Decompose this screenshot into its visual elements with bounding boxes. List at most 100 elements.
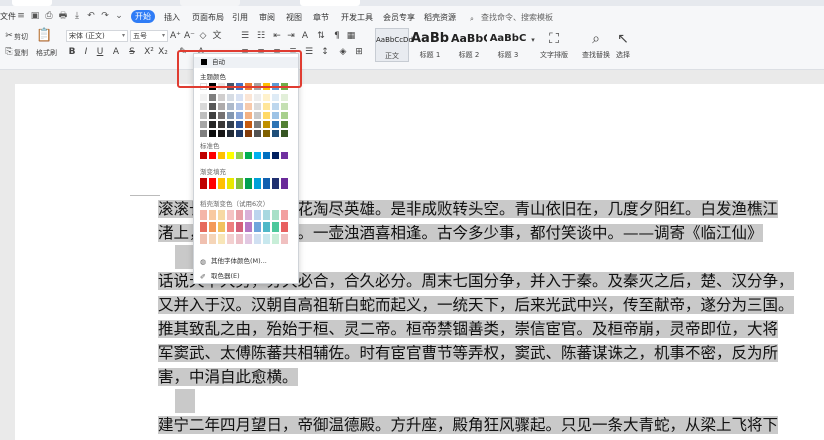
print-preview-icon[interactable]: ⎙ [44,11,54,21]
theme-color-swatch[interactable] [227,130,234,137]
standard-color-swatch[interactable] [236,152,243,159]
theme-color-swatch[interactable] [245,112,252,119]
standard-color-swatch[interactable] [254,152,261,159]
theme-color-swatch[interactable] [245,121,252,128]
theme-color-swatch[interactable] [245,94,252,101]
gradient-color-swatch[interactable] [236,178,243,189]
theme-color-swatch[interactable] [236,112,243,119]
theme-color-swatch[interactable] [209,130,216,137]
docer-gradient-swatch[interactable] [281,222,288,232]
scissors-icon[interactable]: ✂ [4,30,14,42]
menu-icon[interactable]: ≡ [16,11,26,21]
shrink-font-icon[interactable]: A⁻ [184,30,195,42]
document-line[interactable]: 推其致乱之由，殆始于桓、灵二帝。桓帝禁锢善类，崇信宦官。及桓帝崩，灵帝即位，大将 [158,317,824,341]
document-line[interactable]: 军窦武、太傅陈蕃共相辅佐。时有宦官曹节等弄权，窦武、陈蕃谋诛之，机事不密，反为所 [158,341,824,365]
theme-color-swatch[interactable] [245,103,252,110]
select-button[interactable]: ↖ 选择 [608,28,638,66]
text-layout-button[interactable]: ⛶ 文字排版 [532,28,576,66]
shading-icon[interactable]: ◈ [338,46,348,58]
eyedropper-option[interactable]: ✐ 取色器(E) [200,270,240,281]
copy-icon[interactable]: ⎘ [4,46,14,58]
theme-color-swatch[interactable] [254,103,261,110]
docer-gradient-swatch[interactable] [227,210,234,220]
docer-gradient-swatch[interactable] [254,210,261,220]
gradient-color-swatch[interactable] [209,178,216,189]
distributed-icon[interactable]: ☰ [304,46,314,58]
chinese-layout-icon[interactable]: A [300,30,310,42]
theme-color-swatch[interactable] [218,112,225,119]
docer-gradient-swatch[interactable] [236,222,243,232]
document-line[interactable]: 害，中涓自此愈横。 [158,365,824,389]
style-heading-3[interactable]: AaBbC 标题 3 [489,28,527,62]
line-spacing-icon[interactable]: ↕ [320,46,330,58]
theme-color-swatch[interactable] [254,121,261,128]
table-borders-icon[interactable]: ⊞ [354,46,364,58]
theme-color-swatch[interactable] [236,121,243,128]
theme-color-swatch[interactable] [227,112,234,119]
superscript-icon[interactable]: X² [144,46,154,58]
theme-color-swatch[interactable] [272,121,279,128]
theme-color-swatch[interactable] [218,94,225,101]
gradient-color-swatch[interactable] [218,178,225,189]
theme-color-swatch[interactable] [254,130,261,137]
export-icon[interactable]: ⤓ [72,11,82,21]
paste-icon[interactable]: 📋 [36,29,52,42]
theme-color-swatch[interactable] [263,130,270,137]
theme-color-swatch[interactable] [209,112,216,119]
document-line[interactable] [158,389,824,413]
docer-gradient-swatch[interactable] [254,222,261,232]
docer-gradient-swatch[interactable] [218,210,225,220]
docer-gradient-swatch[interactable] [218,222,225,232]
tab-chapter[interactable]: 章节 [313,12,329,23]
docer-gradient-swatch[interactable] [227,234,234,244]
docer-gradient-swatch[interactable] [245,234,252,244]
theme-color-swatch[interactable] [236,94,243,101]
docer-gradient-swatch[interactable] [227,222,234,232]
tab-docer[interactable]: 稻壳资源 [424,12,456,23]
gradient-color-swatch[interactable] [200,178,207,189]
docer-gradient-swatch[interactable] [209,234,216,244]
theme-color-swatch[interactable] [209,94,216,101]
standard-color-swatch[interactable] [218,152,225,159]
docer-gradient-swatch[interactable] [263,222,270,232]
sort-icon[interactable]: ⇅ [316,30,326,42]
standard-color-swatch[interactable] [281,152,288,159]
save-icon[interactable]: ▣ [30,11,40,21]
gradient-color-swatch[interactable] [263,178,270,189]
theme-color-swatch[interactable] [209,103,216,110]
theme-color-swatch[interactable] [227,121,234,128]
tab-insert[interactable]: 插入 [164,12,180,23]
strikethrough-icon[interactable]: S [128,46,136,58]
standard-color-swatch[interactable] [200,152,207,159]
theme-color-swatch[interactable] [200,103,207,110]
docer-gradient-swatch[interactable] [245,210,252,220]
docer-gradient-swatch[interactable] [236,234,243,244]
theme-color-swatch[interactable] [272,112,279,119]
standard-color-swatch[interactable] [227,152,234,159]
document-line[interactable]: 建宁二年四月望日，帝御温德殿。方升座，殿角狂风骤起。只见一条大青蛇，从梁上飞将下 [158,413,824,437]
command-search[interactable]: ⌕ 查找命令、搜索模板 [470,12,553,23]
theme-color-swatch[interactable] [227,94,234,101]
format-painter-label[interactable]: 格式刷 [36,48,57,58]
docer-gradient-swatch[interactable] [263,234,270,244]
grow-font-icon[interactable]: A⁺ [170,30,181,42]
theme-color-swatch[interactable] [272,94,279,101]
show-marks-icon[interactable]: ¶ [332,30,342,42]
gradient-color-swatch[interactable] [272,178,279,189]
document-line[interactable]: 又并入于汉。汉朝自高祖斩白蛇而起义，一统天下，后来光武中兴，传至献帝，遂分为三国… [158,293,824,317]
docer-gradient-swatch[interactable] [281,210,288,220]
subscript-icon[interactable]: X₂ [158,46,168,58]
theme-color-swatch[interactable] [218,130,225,137]
docer-gradient-swatch[interactable] [218,234,225,244]
theme-color-swatch[interactable] [209,121,216,128]
bold-icon[interactable]: B [68,46,76,58]
docer-gradient-swatch[interactable] [200,210,207,220]
docer-gradient-swatch[interactable] [281,234,288,244]
copy-label[interactable]: 复制 [14,48,28,58]
tab-references[interactable]: 引用 [232,12,248,23]
more-colors-option[interactable]: ◍ 其他字体颜色(M)... [200,255,267,266]
style-normal[interactable]: AaBbCcDd 正文 [375,28,413,62]
docer-gradient-swatch[interactable] [209,222,216,232]
theme-color-swatch[interactable] [254,112,261,119]
theme-color-swatch[interactable] [227,103,234,110]
